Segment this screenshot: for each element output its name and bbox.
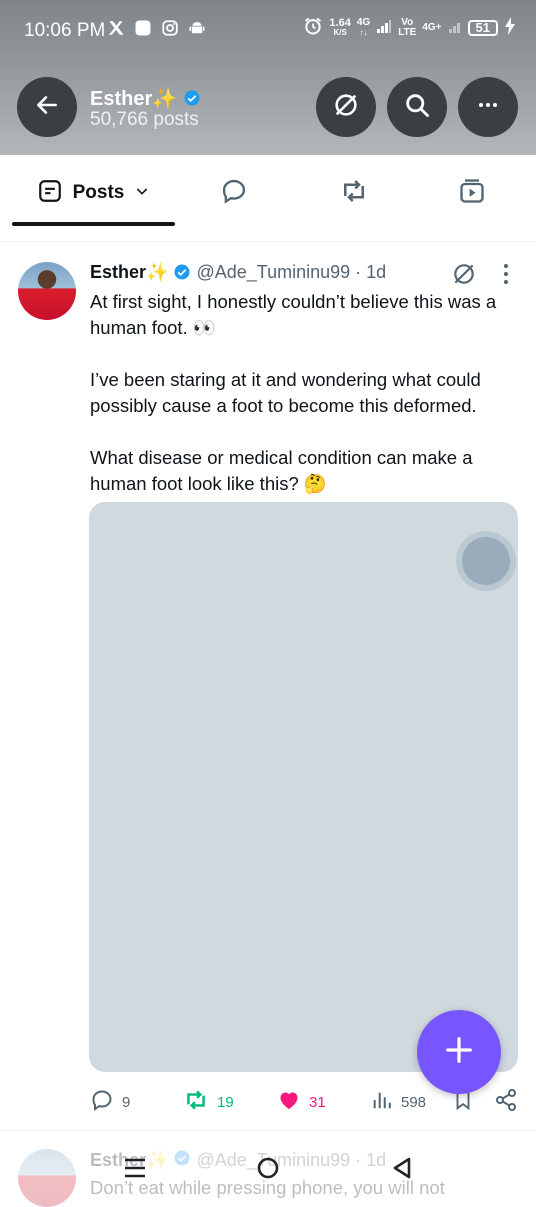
home-circle-icon — [256, 1156, 280, 1185]
reply-count: 9 — [122, 1093, 131, 1111]
views-count: 598 — [401, 1093, 427, 1111]
network-type-2: 4G+ — [422, 21, 442, 33]
avatar[interactable] — [18, 262, 76, 320]
repost-count: 19 — [217, 1093, 234, 1111]
media-loading-indicator — [462, 537, 510, 585]
video-icon — [458, 177, 486, 210]
like-button[interactable]: 31 — [277, 1087, 326, 1117]
replies-tab[interactable] — [194, 155, 274, 231]
reposts-tab[interactable] — [314, 155, 394, 231]
tweet-author-name[interactable]: Esther✨ — [90, 262, 168, 283]
tweet-more-icon[interactable] — [497, 262, 515, 291]
x-logo-icon — [107, 19, 125, 42]
verified-badge-icon — [183, 88, 201, 110]
grok-icon — [332, 91, 360, 124]
posts-filter-icon — [37, 178, 63, 209]
profile-tabs: Posts — [0, 155, 536, 242]
like-count: 31 — [309, 1093, 326, 1111]
media-tab[interactable] — [432, 155, 512, 231]
verified-badge-icon — [173, 262, 191, 283]
menu-icon — [123, 1157, 147, 1184]
back-arrow-icon — [34, 92, 60, 123]
network-speed: 1.64 K/S — [329, 16, 351, 37]
tweet-handle[interactable]: @Ade_Tumininu99 — [196, 262, 350, 283]
tweet-paragraph: At first sight, I honestly couldn’t beli… — [90, 291, 497, 338]
profile-name: Esther✨ — [90, 86, 201, 111]
chevron-down-icon — [134, 183, 150, 204]
android-icon — [188, 19, 206, 42]
repost-icon — [183, 1087, 209, 1117]
reply-icon — [220, 177, 248, 210]
share-icon — [494, 1088, 518, 1116]
repost-button[interactable]: 19 — [183, 1087, 234, 1117]
tweet-text: At first sight, I honestly couldn’t beli… — [90, 289, 522, 523]
signal-icon — [376, 18, 392, 37]
tweet-paragraph: What disease or medical condition can ma… — [90, 447, 473, 494]
grok-icon[interactable] — [451, 261, 477, 292]
instagram-icon — [161, 19, 179, 42]
tweet-media-placeholder[interactable] — [89, 502, 518, 1072]
more-icon — [476, 93, 500, 122]
status-time: 10:06 PM — [24, 20, 106, 41]
charging-icon — [504, 17, 516, 38]
alarm-icon — [303, 16, 323, 39]
battery-indicator: 51 — [467, 19, 498, 36]
views-icon — [371, 1089, 393, 1115]
repost-icon — [339, 176, 369, 211]
heart-icon — [277, 1088, 301, 1116]
recent-apps-button[interactable] — [118, 1150, 152, 1190]
reply-icon — [90, 1088, 114, 1116]
volte-label: Vo LTE — [398, 16, 417, 38]
status-bar: 10:06 PM 1.64 K/S 4G ↑↓ Vo LTE 4G+ 51 — [0, 0, 536, 60]
search-icon — [403, 91, 431, 124]
more-button[interactable] — [458, 77, 518, 137]
views-button[interactable]: 598 — [371, 1087, 426, 1117]
posts-tab-label: Posts — [72, 182, 125, 203]
posts-tab[interactable]: Posts — [12, 155, 175, 231]
search-button[interactable] — [387, 77, 447, 137]
app-icon — [134, 19, 152, 42]
tweet-time: · 1d — [355, 262, 387, 282]
grok-button[interactable] — [316, 77, 376, 137]
active-tab-indicator — [12, 222, 175, 226]
tweet-header: Esther✨ @Ade_Tumininu99 · 1d — [90, 262, 386, 283]
back-nav-button[interactable] — [385, 1150, 419, 1190]
back-triangle-icon — [391, 1156, 413, 1185]
post-count: 50,766 posts — [90, 109, 199, 130]
tweet-paragraph: I’ve been staring at it and wondering wh… — [90, 369, 481, 416]
system-nav-bar — [0, 1140, 536, 1200]
home-button[interactable] — [250, 1150, 286, 1190]
compose-button[interactable] — [417, 1010, 501, 1094]
share-button[interactable] — [494, 1087, 518, 1117]
back-button[interactable] — [17, 77, 77, 137]
plus-icon — [444, 1035, 474, 1070]
signal-icon — [448, 18, 462, 37]
reply-button[interactable]: 9 — [90, 1087, 130, 1117]
network-type-1: 4G ↑↓ — [356, 16, 371, 37]
